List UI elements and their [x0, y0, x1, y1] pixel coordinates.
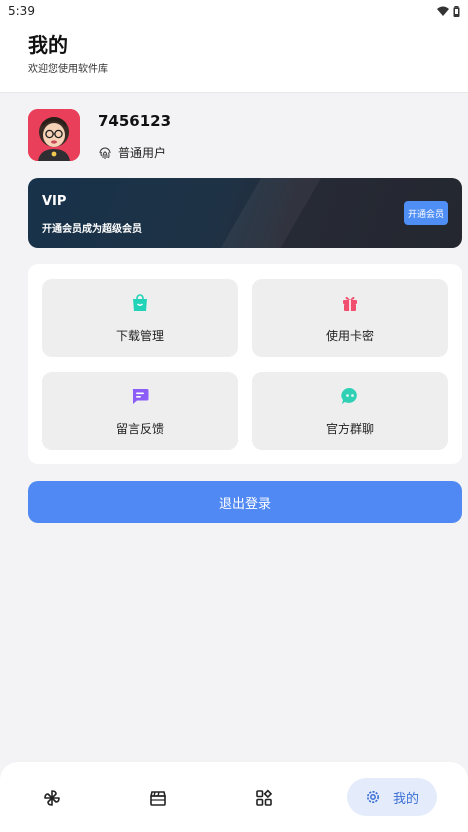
download-manager-label: 下载管理: [115, 329, 164, 343]
avatar[interactable]: [28, 109, 80, 161]
gift-icon: [343, 296, 357, 311]
nav-item-video[interactable]: [146, 786, 170, 810]
logout-button[interactable]: 退出登录: [28, 481, 462, 523]
status-bar: 5:39: [0, 0, 468, 22]
vip-card-decoration: [203, 178, 333, 248]
use-card-key-label: 使用卡密: [325, 329, 374, 343]
battery-icon: [453, 5, 460, 17]
clapperboard-icon: [149, 791, 167, 806]
official-group-label: 官方群聊: [325, 422, 374, 436]
fingerprint-icon: [99, 147, 111, 159]
vip-description: 开通会员成为超级会员: [42, 224, 142, 235]
gear-icon: [366, 791, 379, 803]
bottom-nav: 我的: [0, 762, 468, 832]
vip-card[interactable]: VIP 开通会员成为超级会员 开通会员: [28, 178, 462, 248]
feedback-tile[interactable]: 留言反馈: [42, 372, 238, 450]
use-card-key-tile[interactable]: 使用卡密: [252, 279, 448, 357]
open-vip-button[interactable]: 开通会员: [404, 201, 448, 225]
message-icon: [132, 389, 149, 404]
feedback-label: 留言反馈: [115, 422, 164, 436]
official-group-tile[interactable]: 官方群聊: [252, 372, 448, 450]
page-title: 我的: [28, 33, 68, 57]
user-level: 普通用户: [98, 144, 166, 161]
avatar-illustration: [28, 109, 80, 161]
nav-item-apps[interactable]: [252, 786, 276, 810]
apps-icon: [256, 789, 273, 806]
page-header: 我的 欢迎您使用软件库: [0, 22, 468, 93]
status-icons: [437, 5, 460, 17]
status-time: 5:39: [8, 4, 35, 18]
pinwheel-icon: [44, 790, 60, 806]
vip-title: VIP: [42, 194, 67, 209]
username: 7456123: [98, 112, 172, 130]
page-subtitle: 欢迎您使用软件库: [28, 64, 108, 75]
user-profile[interactable]: 7456123 普通用户: [28, 108, 448, 164]
user-level-label: 普通用户: [118, 146, 167, 160]
download-manager-tile[interactable]: 下载管理: [42, 279, 238, 357]
nav-item-mine-label: 我的: [392, 791, 419, 807]
chat-bubble-icon: [341, 387, 357, 404]
shopping-bag-icon: [133, 294, 147, 311]
wifi-icon: [437, 6, 449, 16]
nav-item-home[interactable]: [40, 786, 64, 810]
nav-item-mine[interactable]: 我的: [347, 778, 437, 816]
menu-card: 下载管理 使用卡密 留言反馈 官方群聊: [28, 264, 462, 464]
